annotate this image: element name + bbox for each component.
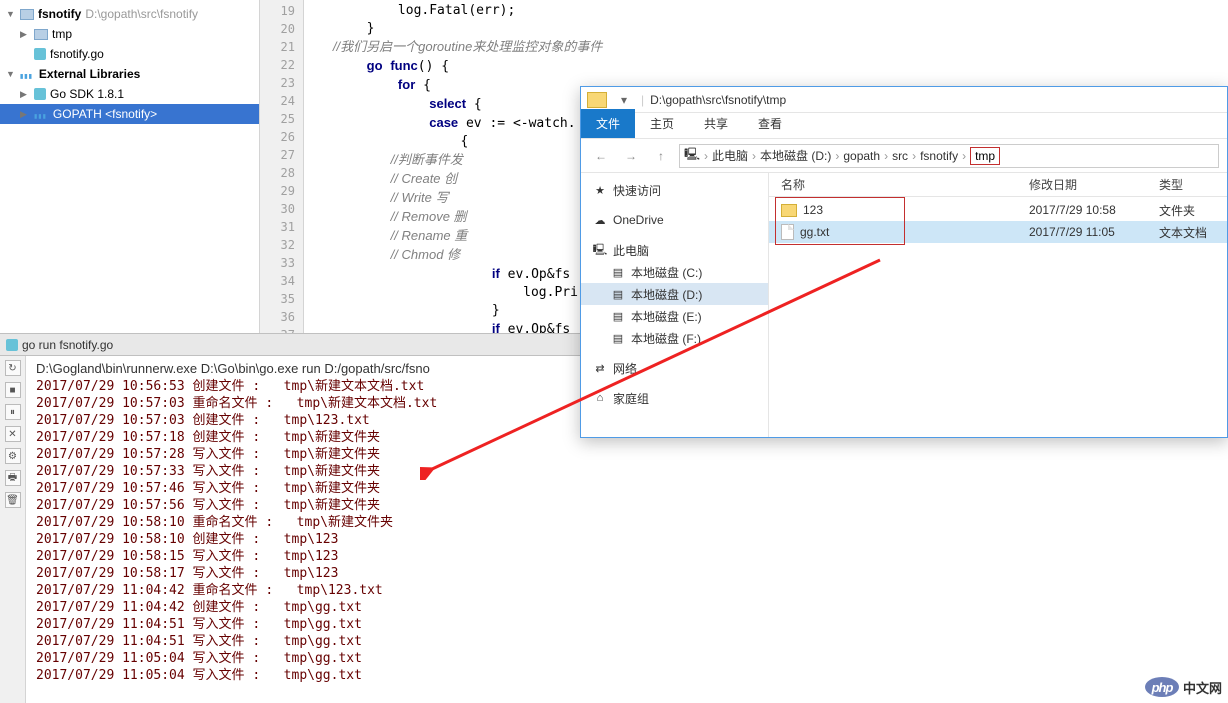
star-icon: ★ [593, 183, 607, 197]
tree-root[interactable]: ▼ fsnotify D:\gopath\src\fsnotify [0, 4, 259, 24]
crumb[interactable]: 本地磁盘 (D:) [760, 147, 831, 164]
folder-icon [781, 204, 797, 217]
library-icon [20, 67, 35, 81]
nav-drive-c[interactable]: ▤本地磁盘 (C:) [581, 261, 768, 283]
tab-file[interactable]: 文件 [581, 109, 635, 138]
nav-homegroup[interactable]: ⌂家庭组 [581, 387, 768, 409]
cloud-icon: ☁ [593, 213, 607, 227]
crumb[interactable]: fsnotify [920, 149, 958, 163]
pc-icon: 🖳 [593, 243, 607, 257]
tree-gopath[interactable]: ▶ GOPATH <fsnotify> [0, 104, 259, 124]
settings-icon[interactable]: ⚙ [5, 448, 21, 464]
print-icon[interactable]: 🖶 [5, 470, 21, 486]
explorer-address-bar: ← → ↑ 🖳 › 此电脑 › 本地磁盘 (D:) › gopath › src… [581, 139, 1227, 173]
file-list-header[interactable]: 名称 修改日期 类型 [769, 173, 1227, 197]
col-type[interactable]: 类型 [1159, 176, 1227, 193]
trash-icon[interactable]: 🗑 [5, 492, 21, 508]
drive-icon: ▤ [611, 287, 625, 301]
file-icon [781, 224, 794, 240]
file-list-pane: 名称 修改日期 类型 123 2017/7/29 10:58 文件夹 gg.tx… [769, 173, 1227, 437]
file-rows: 123 2017/7/29 10:58 文件夹 gg.txt 2017/7/29… [769, 197, 1227, 243]
crumb[interactable]: 此电脑 [712, 147, 748, 164]
drive-icon: ▤ [611, 331, 625, 345]
tab-home[interactable]: 主页 [635, 109, 689, 138]
explorer-title-path: D:\gopath\src\fsnotify\tmp [650, 93, 786, 107]
nav-pane[interactable]: ★快速访问 ☁OneDrive 🖳此电脑 ▤本地磁盘 (C:) ▤本地磁盘 (D… [581, 173, 769, 437]
chevron-right-icon: ▶ [20, 89, 30, 100]
tab-view[interactable]: 查看 [743, 109, 797, 138]
tab-share[interactable]: 共享 [689, 109, 743, 138]
back-button[interactable]: ← [589, 145, 613, 167]
homegroup-icon: ⌂ [593, 391, 607, 405]
library-icon [34, 107, 49, 121]
explorer-body: ★快速访问 ☁OneDrive 🖳此电脑 ▤本地磁盘 (C:) ▤本地磁盘 (D… [581, 173, 1227, 437]
tree-item-label: fsnotify.go [50, 47, 104, 61]
col-date[interactable]: 修改日期 [1029, 176, 1159, 193]
tree-go-sdk-label: Go SDK 1.8.1 [50, 87, 124, 101]
pause-icon[interactable]: ⏸ [5, 404, 21, 420]
line-gutter: 19 20 21 22 23 24 25 26 27 28 29 30 31 3… [260, 0, 304, 333]
tree-item-label: tmp [52, 27, 72, 41]
drive-icon: ▤ [611, 309, 625, 323]
go-run-icon [6, 339, 18, 351]
file-explorer-window[interactable]: ▾ | D:\gopath\src\fsnotify\tmp 文件 主页 共享 … [580, 86, 1228, 438]
breadcrumb-bar[interactable]: 🖳 › 此电脑 › 本地磁盘 (D:) › gopath › src › fsn… [679, 144, 1219, 168]
tree-external-libs[interactable]: ▼ External Libraries [0, 64, 259, 84]
nav-this-pc[interactable]: 🖳此电脑 [581, 239, 768, 261]
col-name[interactable]: 名称 [769, 176, 1029, 193]
folder-icon [587, 92, 607, 108]
console-tab-label: go run fsnotify.go [22, 338, 113, 352]
tree-item-tmp[interactable]: ▶ tmp [0, 24, 259, 44]
folder-icon [34, 29, 48, 40]
chevron-down-icon: ▼ [6, 69, 16, 79]
tree-root-label: fsnotify [38, 7, 81, 21]
close-icon[interactable]: ✕ [5, 426, 21, 442]
chevron-right-icon: ▶ [20, 29, 30, 40]
folder-icon [20, 9, 34, 20]
pc-icon: 🖳 [684, 145, 700, 166]
chevron-right-icon: ▶ [20, 109, 30, 120]
nav-drive-e[interactable]: ▤本地磁盘 (E:) [581, 305, 768, 327]
nav-network[interactable]: ⇄网络 [581, 357, 768, 379]
go-file-icon [34, 48, 46, 60]
tree-root-path: D:\gopath\src\fsnotify [85, 7, 198, 21]
tree-ext-lib-label: External Libraries [39, 67, 140, 81]
forward-button[interactable]: → [619, 145, 643, 167]
nav-onedrive[interactable]: ☁OneDrive [581, 209, 768, 231]
network-icon: ⇄ [593, 361, 607, 375]
go-sdk-icon [34, 88, 46, 100]
crumb-tmp-highlighted[interactable]: tmp [970, 147, 1000, 165]
nav-drive-f[interactable]: ▤本地磁盘 (F:) [581, 327, 768, 349]
console-toolbar: ↻ ■ ⏸ ✕ ⚙ 🖶 🗑 [0, 356, 26, 703]
crumb[interactable]: src [892, 149, 908, 163]
tree-gopath-label: GOPATH <fsnotify> [53, 107, 157, 121]
stop-icon[interactable]: ■ [5, 382, 21, 398]
php-cn-badge: php 中文网 [1145, 677, 1222, 697]
drive-icon: ▤ [611, 265, 625, 279]
nav-drive-d[interactable]: ▤本地磁盘 (D:) [581, 283, 768, 305]
explorer-ribbon-tabs: 文件 主页 共享 查看 [581, 113, 1227, 139]
up-button[interactable]: ↑ [649, 145, 673, 167]
file-row-folder[interactable]: 123 2017/7/29 10:58 文件夹 [769, 199, 1227, 221]
tree-go-sdk[interactable]: ▶ Go SDK 1.8.1 [0, 84, 259, 104]
crumb[interactable]: gopath [843, 149, 880, 163]
tree-item-fsnotify-go[interactable]: fsnotify.go [0, 44, 259, 64]
rerun-icon[interactable]: ↻ [5, 360, 21, 376]
nav-quick-access[interactable]: ★快速访问 [581, 179, 768, 201]
window-menu-icon[interactable]: ▾ [613, 90, 635, 110]
file-row-file[interactable]: gg.txt 2017/7/29 11:05 文本文档 [769, 221, 1227, 243]
php-logo-icon: php [1145, 677, 1179, 697]
chevron-down-icon: ▼ [6, 9, 16, 19]
project-tree[interactable]: ▼ fsnotify D:\gopath\src\fsnotify ▶ tmp … [0, 0, 260, 333]
